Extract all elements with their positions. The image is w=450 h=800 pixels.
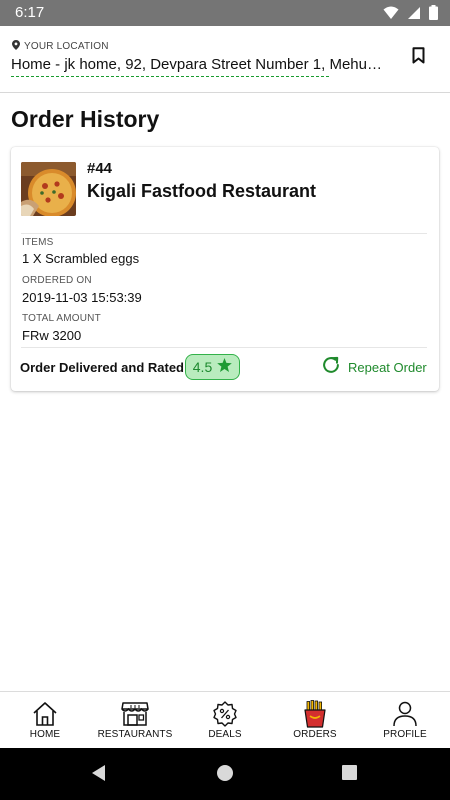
- status-bar: 6:17: [0, 0, 450, 26]
- status-time: 6:17: [15, 4, 45, 21]
- location-label: YOUR LOCATION: [12, 40, 109, 53]
- nav-item-home[interactable]: HOME: [0, 692, 90, 749]
- rating-value: 4.5: [192, 359, 213, 375]
- recents-button[interactable]: [341, 764, 358, 786]
- nav-item-deals[interactable]: DEALS: [180, 692, 270, 749]
- total-amount-value: FRw 3200: [22, 328, 82, 343]
- repeat-order-label: Repeat Order: [348, 359, 427, 375]
- card-divider: [21, 347, 427, 348]
- bookmark-button[interactable]: [406, 46, 430, 70]
- location-underline: [11, 76, 329, 77]
- back-button[interactable]: [90, 764, 108, 787]
- fries-icon: [270, 700, 360, 728]
- bottom-navigation: HOME RESTAURANTS DEALS ORDERS PROFILE: [0, 691, 450, 748]
- star-icon: [217, 357, 233, 377]
- nav-label: ORDERS: [293, 729, 337, 740]
- total-amount-label: TOTAL AMOUNT: [22, 313, 101, 324]
- restaurant-name: Kigali Fastfood Restaurant: [87, 181, 317, 201]
- order-number: #44: [87, 160, 113, 177]
- nav-label: PROFILE: [383, 729, 427, 740]
- location-label-text: YOUR LOCATION: [24, 41, 109, 52]
- location-header: YOUR LOCATION Home - jk home, 92, Devpar…: [0, 26, 450, 93]
- home-icon: [0, 700, 90, 728]
- signal-icon: [407, 6, 421, 20]
- nav-item-orders[interactable]: ORDERS: [270, 692, 360, 749]
- restaurant-thumbnail: [21, 162, 76, 216]
- store-icon: [90, 700, 180, 728]
- wifi-icon: [383, 6, 399, 20]
- bookmark-icon: [412, 47, 425, 69]
- rating-badge: 4.5: [185, 354, 240, 380]
- status-icons: [383, 5, 438, 20]
- nav-item-profile[interactable]: PROFILE: [360, 692, 450, 749]
- refresh-icon: [320, 354, 342, 381]
- nav-label: RESTAURANTS: [97, 729, 173, 740]
- nav-label: DEALS: [208, 729, 242, 740]
- ordered-on-label: ORDERED ON: [22, 275, 92, 286]
- items-value: 1 X Scrambled eggs: [22, 251, 140, 266]
- location-address[interactable]: Home - jk home, 92, Devpara Street Numbe…: [11, 56, 383, 73]
- system-navigation-bar: [0, 748, 450, 800]
- nav-label: HOME: [29, 729, 61, 740]
- items-label: ITEMS: [22, 237, 54, 248]
- nav-item-restaurants[interactable]: RESTAURANTS: [90, 692, 180, 749]
- order-status: Order Delivered and Rated: [20, 360, 184, 375]
- discount-badge-icon: [180, 700, 270, 728]
- ordered-on-value: 2019-11-03 15:53:39: [22, 290, 142, 305]
- battery-icon: [429, 5, 438, 20]
- location-pin-icon: [12, 40, 20, 53]
- repeat-order-button[interactable]: Repeat Order: [320, 355, 427, 379]
- order-card[interactable]: #44 Kigali Fastfood Restaurant ITEMS 1 X…: [11, 147, 439, 391]
- card-divider: [21, 233, 427, 234]
- home-button[interactable]: [216, 764, 234, 787]
- person-icon: [360, 700, 450, 728]
- page-title: Order History: [11, 106, 160, 132]
